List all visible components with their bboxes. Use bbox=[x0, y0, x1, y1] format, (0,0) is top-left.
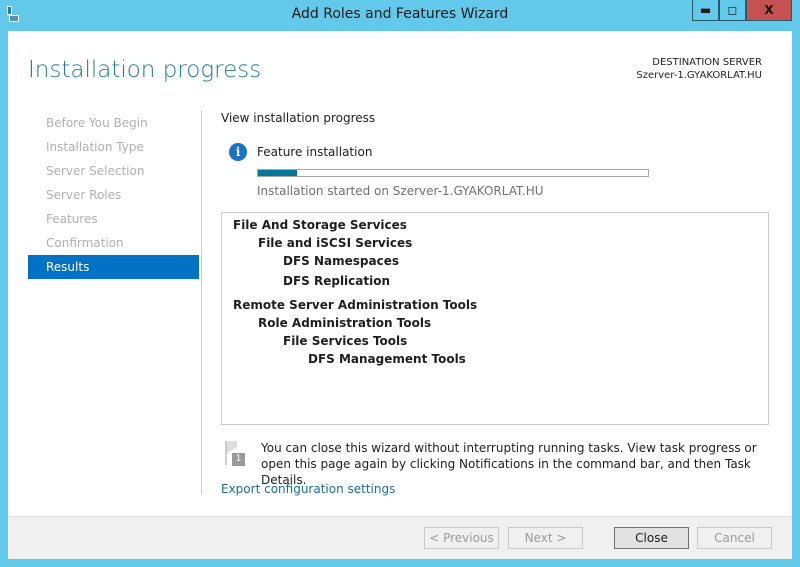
progress-bar bbox=[257, 169, 649, 177]
section-heading: View installation progress bbox=[221, 111, 376, 125]
divider bbox=[201, 110, 202, 495]
destination-label: DESTINATION SERVER bbox=[652, 57, 762, 68]
window-title: Add Roles and Features Wizard bbox=[291, 6, 509, 22]
export-configuration-link[interactable]: Export configuration settings bbox=[221, 482, 395, 496]
previous-button[interactable]: < Previous bbox=[424, 527, 499, 549]
sidebar-item-confirmation[interactable]: Confirmation bbox=[28, 231, 199, 255]
sidebar-item-results[interactable]: Results bbox=[28, 255, 199, 279]
info-note: You can close this wizard without interr… bbox=[261, 441, 757, 487]
progress-fill bbox=[258, 170, 297, 176]
status-text: Installation started on Szerver-1.GYAKOR… bbox=[257, 184, 544, 198]
title-bar: Add Roles and Features Wizard ▬ ◻ X bbox=[0, 0, 800, 31]
maximize-button[interactable]: ◻ bbox=[719, 0, 746, 21]
close-window-button[interactable]: X bbox=[746, 0, 792, 21]
sidebar-item-installation-type[interactable]: Installation Type bbox=[28, 135, 199, 159]
destination-server: Szerver-1.GYAKORLAT.HU bbox=[636, 70, 762, 81]
results-tree: File And Storage Services File and iSCSI… bbox=[221, 212, 769, 425]
tree-item: Remote Server Administration Tools bbox=[233, 298, 478, 312]
tree-item: Role Administration Tools bbox=[258, 316, 432, 330]
sidebar-item-server-roles[interactable]: Server Roles bbox=[28, 183, 199, 207]
tree-item: File Services Tools bbox=[283, 334, 408, 348]
next-button[interactable]: Next > bbox=[508, 527, 583, 549]
page-title: Installation progress bbox=[28, 57, 262, 83]
tree-item: DFS Replication bbox=[283, 274, 391, 288]
close-button[interactable]: Close bbox=[614, 527, 689, 549]
tree-item: DFS Namespaces bbox=[283, 254, 399, 268]
status-title: Feature installation bbox=[257, 145, 373, 159]
sidebar-item-features[interactable]: Features bbox=[28, 207, 199, 231]
tree-item: File and iSCSI Services bbox=[258, 236, 413, 250]
tree-item: DFS Management Tools bbox=[308, 352, 466, 366]
cancel-button[interactable]: Cancel bbox=[697, 527, 772, 549]
notification-flag-icon: 1 bbox=[224, 441, 246, 467]
sidebar-item-before-you-begin[interactable]: Before You Begin bbox=[28, 111, 199, 135]
sidebar-item-server-selection[interactable]: Server Selection bbox=[28, 159, 199, 183]
minimize-button[interactable]: ▬ bbox=[692, 0, 719, 21]
info-icon: i bbox=[229, 143, 247, 161]
tree-item: File And Storage Services bbox=[233, 218, 407, 232]
